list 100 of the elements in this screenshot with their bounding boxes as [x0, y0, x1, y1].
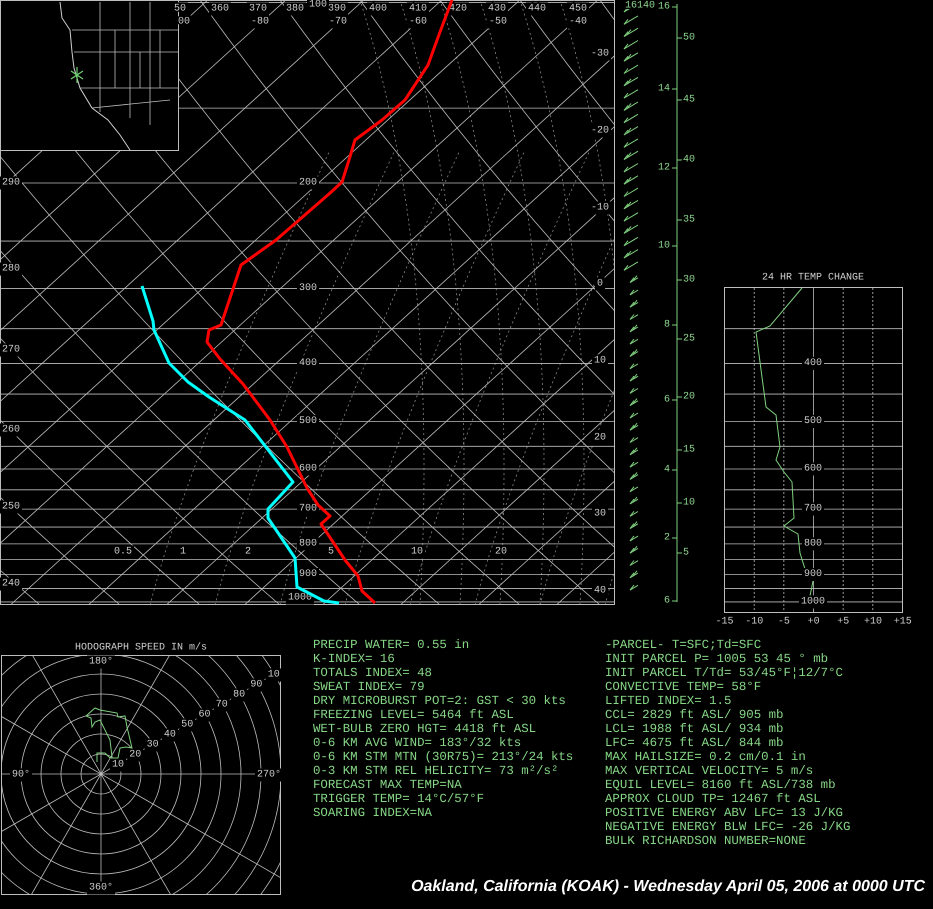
pressure-label: 300 — [299, 283, 317, 294]
height-label: 14 — [658, 84, 670, 94]
temperature-label: -80 — [251, 16, 269, 28]
mixing-ratio-label: 0.5 — [114, 546, 132, 558]
theta-label: 380 — [286, 4, 304, 14]
theta-label: 280 — [2, 264, 20, 274]
index-line: K-INDEX= 16 — [313, 652, 396, 666]
pressure-label: 500 — [804, 416, 822, 427]
axis-tick-label: +15 — [894, 616, 912, 628]
speed-label: 70 — [216, 700, 228, 710]
pressure-label: 900 — [299, 569, 317, 580]
temperature-label: 20 — [594, 432, 606, 444]
index-line: CONVECTIVE TEMP= 58°F — [605, 680, 762, 694]
index-line: FORECAST MAX TEMP=NA — [313, 778, 463, 792]
temperature-label: -10 — [591, 202, 609, 214]
index-line: POSITIVE ENERGY ABV LFC= 13 J/KG — [605, 806, 844, 820]
index-line: PRECIP WATER= 0.55 in — [313, 638, 470, 652]
direction-label: 180° — [89, 656, 113, 668]
speed-label: 30 — [146, 740, 159, 750]
temperature-label: 10 — [594, 356, 606, 366]
theta-label: 390 — [328, 4, 346, 14]
temperature-label: -50 — [489, 16, 507, 28]
axis-tick-label: -10 — [745, 616, 764, 628]
height-label: 10 — [658, 240, 670, 252]
index-line: NEGATIVE ENERGY BLW LFC= -26 J/KG — [605, 820, 850, 834]
index-line: CCL= 2829 ft ASL/ 905 mb — [605, 708, 784, 722]
height-label: 6 — [664, 596, 670, 606]
hodograph-title: HODOGRAPH SPEED IN m/s — [74, 642, 208, 654]
index-line: 0-6 KM AVG WIND= 183°/32 kts — [313, 736, 522, 750]
temperature-label: 0 — [597, 278, 603, 290]
pressure-label: 400 — [804, 358, 822, 369]
axis-tick-label: -5 — [778, 616, 790, 628]
theta-label: 400 — [369, 4, 387, 14]
direction-label: 270° — [256, 770, 281, 780]
speed-label: 90 — [250, 680, 262, 690]
mixing-ratio-label: 1 — [180, 546, 186, 558]
index-line: EQUIL LEVEL= 8160 ft ASL/738 mb — [605, 778, 837, 792]
pressure-label: 900 — [804, 569, 822, 580]
speed-label: 10 — [112, 760, 124, 770]
index-line: SWEAT INDEX= 79 — [313, 680, 426, 694]
index-line: INIT PARCEL T/Td= 53/45°F¦12/7°C — [605, 666, 844, 680]
index-line: 0-6 KM STM MTN (30R75)= 213°/24 kts — [313, 750, 574, 764]
theta-label: 250 — [2, 502, 20, 512]
chart-title: Oakland, California (KOAK) - Wednesday April 05, 2006 at 0000 UTC — [411, 878, 925, 895]
index-line: APPROX CLOUD TP= 12467 ft ASL — [605, 792, 822, 806]
mixing-ratio-label: 20 — [495, 546, 507, 558]
temperature-label: 30 — [594, 508, 606, 520]
theta-label: 270 — [2, 344, 20, 356]
panel-title: 24 HR TEMP CHANGE — [762, 272, 864, 284]
speed-label: 80 — [233, 690, 246, 700]
height-label: 35 — [683, 214, 696, 226]
height-label: 4 — [664, 464, 670, 476]
index-line: LCL= 1988 ft ASL/ 934 mb — [605, 722, 784, 736]
pressure-label: 600 — [299, 463, 317, 474]
index-line: TRIGGER TEMP= 14°C/57°F — [313, 792, 486, 806]
axis-tick-label: +5 — [837, 616, 850, 628]
pressure-label: 500 — [299, 416, 317, 427]
temperature-label: 100 — [309, 0, 327, 10]
temperature-label: -40 — [569, 16, 587, 28]
height-label: 12 — [658, 162, 670, 174]
speed-label: 50 — [181, 720, 194, 730]
pressure-label: 1000 — [801, 596, 825, 608]
pressure-label: 200 — [299, 178, 317, 188]
index-line: MAX VERTICAL VELOCITY= 5 m/s — [605, 764, 814, 778]
speed-label: 10 — [268, 670, 280, 680]
axis-tick-label: +0 — [808, 616, 820, 628]
theta-label: 360 — [211, 4, 229, 14]
theta-label: 450 — [569, 4, 587, 14]
height-label: 30 — [683, 274, 696, 286]
temperature-label: -30 — [591, 48, 609, 60]
height-label: 2 — [664, 532, 670, 544]
height-label: 15 — [683, 444, 696, 456]
axis-tick-label: +10 — [864, 616, 882, 628]
axis-tick-label: -15 — [716, 616, 734, 628]
theta-label: 420 — [449, 4, 467, 14]
theta-label: 370 — [249, 4, 267, 14]
index-line: 0-3 KM STM REL HELICITY= 73 m²/s² — [313, 764, 560, 778]
height-label: 10 — [683, 498, 696, 508]
index-line: TOTALS INDEX= 48 — [313, 666, 433, 680]
height-label: 40 — [683, 154, 696, 166]
direction-label: 360° — [89, 882, 113, 894]
height-label: 20 — [683, 392, 696, 402]
speed-label: 40 — [164, 730, 176, 740]
height-label: 16 — [658, 2, 670, 12]
height-label: 45 — [683, 94, 696, 106]
theta-label: 260 — [2, 424, 20, 436]
height-label: 6 — [664, 394, 670, 406]
index-line: WET-BULB ZERO HGT= 4418 ft ASL — [313, 722, 538, 736]
pressure-label: 800 — [804, 538, 822, 550]
pressure-label: 700 — [804, 504, 822, 515]
mixing-ratio-label: 5 — [328, 546, 334, 558]
index-line: -PARCEL- T=SFC;Td=SFC — [605, 638, 762, 652]
pressure-label: 600 — [804, 463, 822, 474]
temperature-label: -70 — [329, 16, 347, 28]
height-label: 25 — [683, 334, 696, 344]
theta-label: 290 — [2, 178, 20, 188]
mixing-ratio-label: 10 — [411, 546, 423, 558]
speed-label: 20 — [129, 750, 142, 760]
height-label: 50 — [683, 32, 696, 44]
pressure-label: 400 — [299, 358, 317, 369]
